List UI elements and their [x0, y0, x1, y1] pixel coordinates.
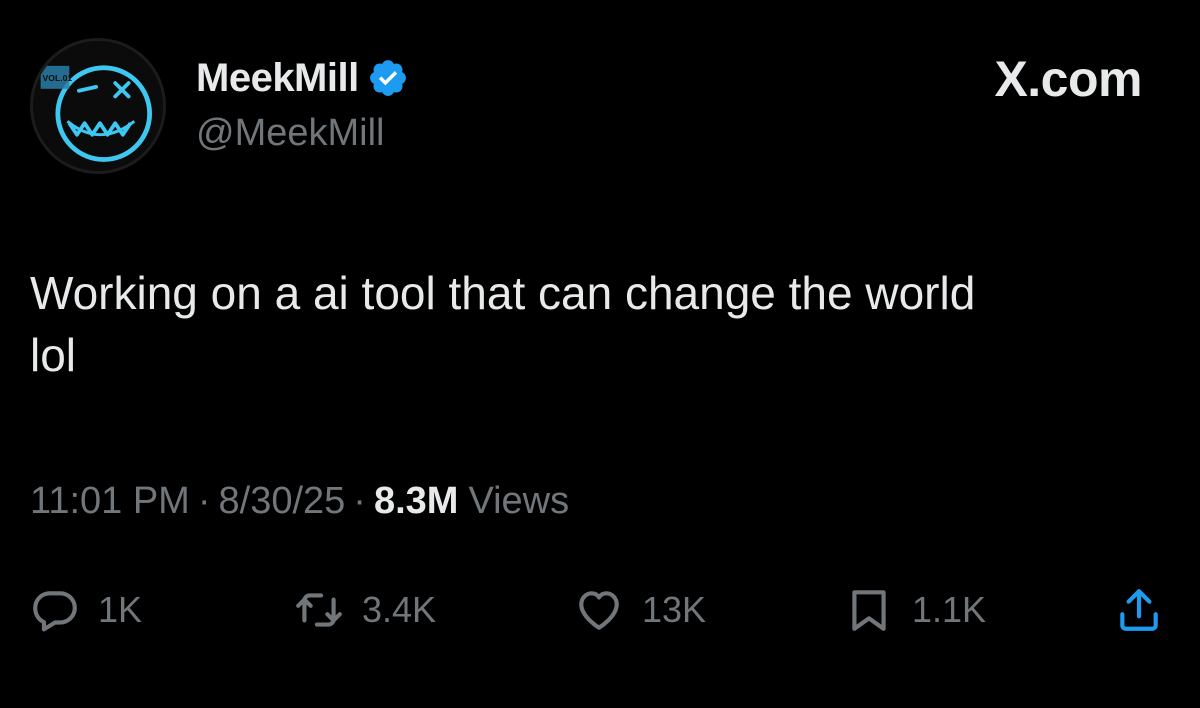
meta-separator: ·	[353, 480, 366, 522]
avatar-badge-text: VOL.01	[43, 73, 73, 83]
author-handle[interactable]: @MeekMill	[196, 112, 384, 155]
tweet-time[interactable]: 11:01 PM	[30, 480, 190, 523]
retweet-button[interactable]: 3.4K	[294, 582, 436, 638]
share-button[interactable]	[1114, 582, 1164, 638]
tweet-date[interactable]: 8/30/25	[219, 480, 346, 523]
author-name-row: MeekMill	[196, 52, 409, 104]
bookmark-count: 1.1K	[912, 589, 987, 630]
meta-separator: ·	[197, 480, 211, 522]
verified-badge-icon	[367, 57, 409, 99]
share-icon	[1120, 589, 1158, 631]
like-count: 13K	[642, 589, 707, 630]
retweet-icon	[296, 593, 342, 627]
action-bar: 1K 3.4K 13K 1.1K	[0, 582, 1200, 638]
reply-icon	[33, 591, 77, 632]
reply-button[interactable]: 1K	[30, 582, 142, 638]
reply-count: 1K	[98, 589, 143, 630]
brand-logo-text: X.com	[994, 51, 1142, 107]
author-display-name[interactable]: MeekMill	[196, 56, 359, 101]
tweet-text: Working on a ai tool that can change the…	[30, 262, 1170, 386]
heart-icon	[579, 591, 619, 630]
views-label[interactable]: Views	[468, 480, 569, 523]
tweet-card: VOL.01 MeekMill @MeekMill X.com Working …	[0, 0, 1200, 708]
avatar[interactable]: VOL.01	[30, 38, 166, 174]
tweet-text-line-1: Working on a ai tool that can change the…	[30, 267, 976, 319]
like-button[interactable]: 13K	[574, 582, 706, 638]
bookmark-button[interactable]: 1.1K	[844, 582, 986, 638]
retweet-count: 3.4K	[362, 589, 437, 630]
tweet-meta: 11:01 PM · 8/30/25 · 8.3M Views	[30, 480, 569, 523]
views-count[interactable]: 8.3M	[374, 480, 458, 523]
bookmark-icon	[852, 590, 886, 631]
avatar-artwork: VOL.01	[33, 41, 163, 171]
tweet-text-line-2: lol	[30, 329, 77, 381]
